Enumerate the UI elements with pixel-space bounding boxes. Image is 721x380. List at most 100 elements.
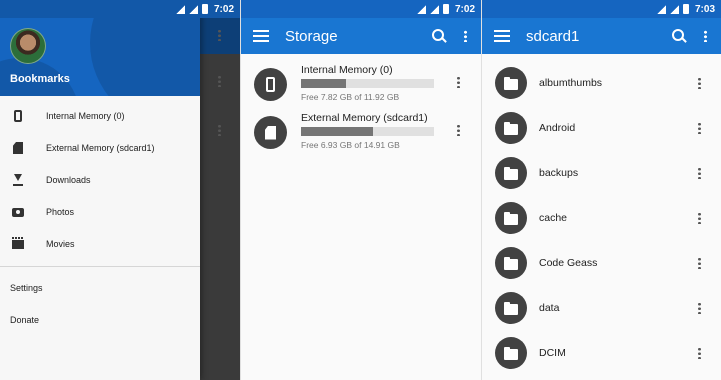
drawer-item-label: Photos <box>46 207 75 217</box>
drawer-title: Bookmarks <box>10 73 70 85</box>
folder-name: data <box>539 302 560 314</box>
drawer-item-label: Downloads <box>46 175 91 185</box>
camera-icon <box>12 207 24 217</box>
folder-icon <box>504 76 518 90</box>
battery-icon <box>682 4 689 14</box>
wifi-icon <box>416 4 426 14</box>
folder-icon-badge <box>495 157 527 189</box>
drawer-item-settings[interactable]: Settings <box>0 272 200 304</box>
download-icon <box>13 174 23 186</box>
storage-name: Internal Memory (0) <box>301 64 393 76</box>
storage-item-external[interactable]: External Memory (sdcard1) Free 6.93 GB o… <box>241 112 481 162</box>
drawer-item-internal-memory[interactable]: Internal Memory (0) <box>0 100 200 132</box>
battery-icon <box>201 4 208 14</box>
folder-icon <box>504 301 518 315</box>
more-options-icon[interactable] <box>698 212 701 224</box>
drawer-item-label: Movies <box>46 239 75 249</box>
storage-free-text: Free 6.93 GB of 14.91 GB <box>301 140 400 150</box>
drawer-header: Bookmarks <box>0 18 200 96</box>
folder-icon-badge <box>495 292 527 324</box>
drawer-item-photos[interactable]: Photos <box>0 196 200 228</box>
avatar[interactable] <box>10 28 46 64</box>
storage-screen: 7:02 Storage Internal Memory (0) Free 7.… <box>240 0 481 380</box>
drawer-item-downloads[interactable]: Downloads <box>0 164 200 196</box>
drawer-item-external-memory[interactable]: External Memory (sdcard1) <box>0 132 200 164</box>
status-time: 7:02 <box>213 3 234 15</box>
menu-icon[interactable] <box>253 30 269 42</box>
drawer-secondary-menu: Settings Donate <box>0 272 200 336</box>
more-options-icon[interactable] <box>457 76 460 88</box>
menu-icon[interactable] <box>494 30 510 42</box>
storage-item-internal[interactable]: Internal Memory (0) Free 7.82 GB of 11.9… <box>241 64 481 114</box>
wifi-icon <box>656 4 666 14</box>
header-decoration <box>90 18 200 96</box>
storage-usage-bar <box>301 127 434 136</box>
more-options-icon[interactable] <box>698 122 701 134</box>
signal-icon <box>188 4 198 14</box>
storage-usage-bar <box>301 79 434 88</box>
status-time: 7:02 <box>454 3 475 15</box>
movie-icon <box>12 236 24 249</box>
folder-row[interactable]: cache <box>482 198 721 243</box>
folder-name: cache <box>539 212 568 224</box>
navigation-drawer: 7:02 Bookmarks Internal Memory (0) Exter… <box>0 0 240 380</box>
phone-icon <box>266 77 275 92</box>
storage-usage-fill <box>301 127 373 136</box>
storage-free-text: Free 7.82 GB of 11.92 GB <box>301 92 400 102</box>
folder-icon-badge <box>495 337 527 369</box>
signal-icon <box>669 4 679 14</box>
more-options-icon[interactable] <box>464 30 467 42</box>
folder-name: albumthumbs <box>539 77 603 89</box>
sd-card-icon <box>265 125 276 140</box>
folder-row[interactable]: backups <box>482 153 721 198</box>
more-options-icon[interactable] <box>698 347 701 359</box>
drawer-menu: Internal Memory (0) External Memory (sdc… <box>0 100 200 260</box>
search-icon[interactable] <box>672 29 686 43</box>
drawer-screen: 7:02 Bookmarks Internal Memory (0) Exter… <box>0 0 240 380</box>
drawer-item-movies[interactable]: Movies <box>0 228 200 260</box>
drawer-item-label: Internal Memory (0) <box>46 111 125 121</box>
more-options-icon[interactable] <box>698 167 701 179</box>
toolbar: Storage <box>241 18 481 54</box>
status-bar: 7:03 <box>482 0 721 18</box>
folder-icon <box>504 346 518 360</box>
page-title: sdcard1 <box>526 27 580 45</box>
folder-icon-badge <box>495 247 527 279</box>
more-options-icon[interactable] <box>698 257 701 269</box>
folder-row[interactable]: DCIM <box>482 333 721 378</box>
folder-row[interactable]: data <box>482 288 721 333</box>
folder-row[interactable]: Code Geass <box>482 243 721 288</box>
dimmed-more-icon <box>218 75 221 87</box>
folder-icon-badge <box>495 112 527 144</box>
folder-icon-badge <box>495 67 527 99</box>
drawer-item-label: Donate <box>10 315 40 325</box>
folder-row[interactable]: albumthumbs <box>482 63 721 108</box>
drawer-item-donate[interactable]: Donate <box>0 304 200 336</box>
folder-icon <box>504 256 518 270</box>
storage-name: External Memory (sdcard1) <box>301 112 428 124</box>
drawer-divider <box>0 266 200 267</box>
status-time: 7:03 <box>694 3 715 15</box>
storage-usage-fill <box>301 79 347 88</box>
dimmed-more-icon <box>218 29 221 41</box>
more-options-icon[interactable] <box>457 124 460 136</box>
dimmed-background[interactable] <box>200 0 240 380</box>
folder-row[interactable]: Android <box>482 108 721 153</box>
status-bar: 7:02 <box>0 0 240 18</box>
folder-icon <box>504 211 518 225</box>
more-options-icon[interactable] <box>698 77 701 89</box>
page-title: Storage <box>285 27 338 45</box>
folder-name: DCIM <box>539 347 566 359</box>
folder-name: backups <box>539 167 579 179</box>
dimmed-more-icon <box>218 124 221 136</box>
folder-name: Android <box>539 122 576 134</box>
more-options-icon[interactable] <box>698 302 701 314</box>
sd-card-icon <box>13 142 23 154</box>
folder-name: Code Geass <box>539 257 598 269</box>
battery-icon <box>442 4 449 14</box>
more-options-icon[interactable] <box>704 30 707 42</box>
wifi-icon <box>175 4 185 14</box>
status-bar: 7:02 <box>241 0 481 18</box>
search-icon[interactable] <box>432 29 446 43</box>
phone-icon <box>14 110 22 122</box>
